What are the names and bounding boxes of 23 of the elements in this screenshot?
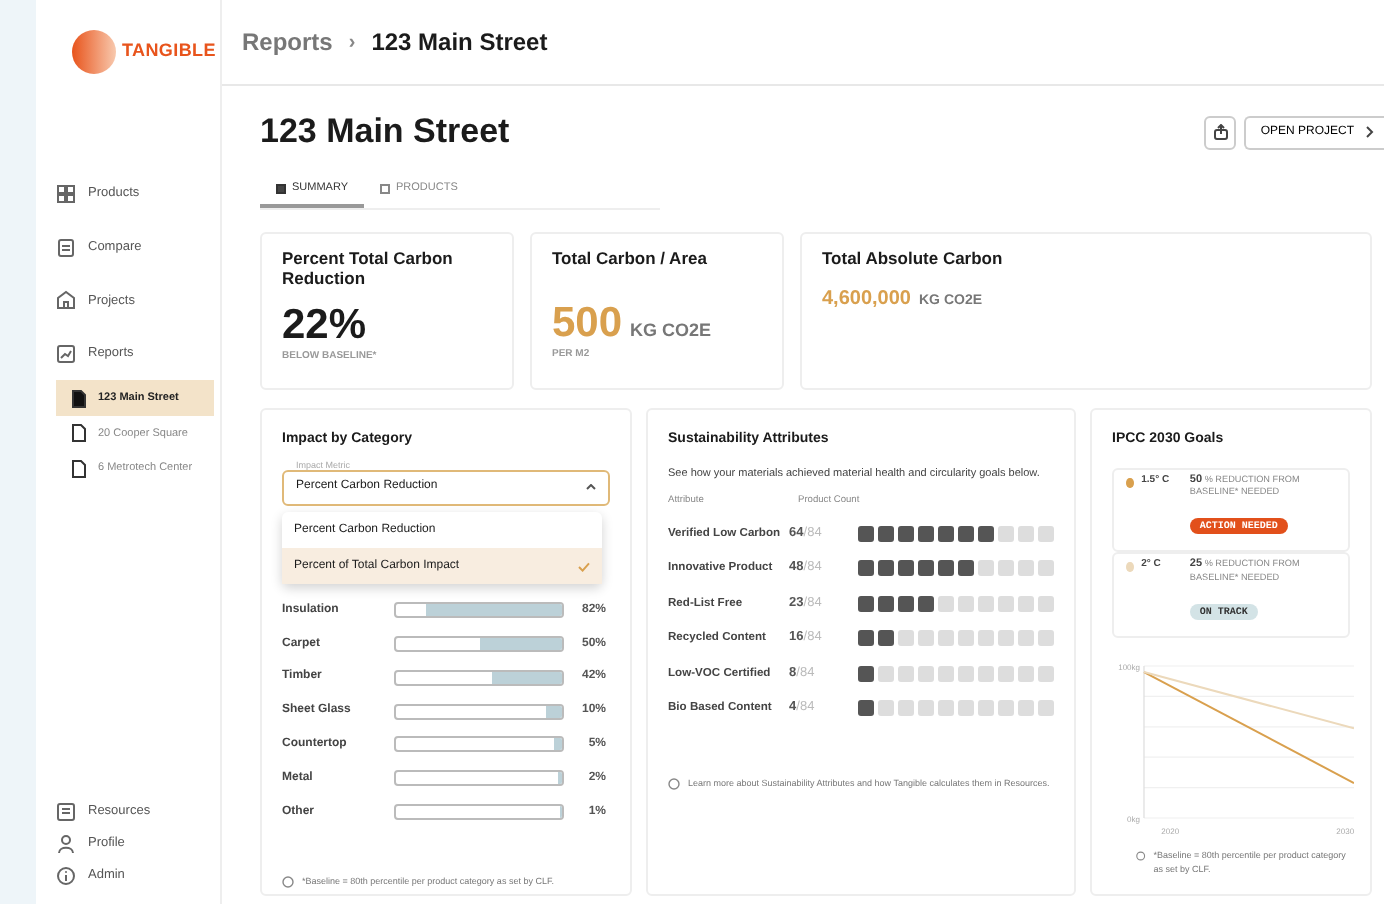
grid-icon xyxy=(56,184,76,205)
document-icon xyxy=(56,237,76,258)
house-icon xyxy=(56,290,76,311)
breadcrumb-current: 123 Main Street xyxy=(371,26,548,60)
breadcrumb-separator: › xyxy=(348,29,356,57)
metric-value: 4,600,000 xyxy=(822,285,911,314)
check-icon xyxy=(578,561,590,572)
metric-value: 22% xyxy=(282,303,369,346)
metric-title: Percent Total Carbon Reduction xyxy=(282,250,455,288)
metric-value: 500 xyxy=(552,301,623,344)
metric-title: Total Carbon / Area xyxy=(552,250,709,270)
share-button[interactable] xyxy=(1204,115,1237,149)
metric-unit: KG CO2E xyxy=(630,317,712,344)
breadcrumb-link[interactable]: Reports xyxy=(242,24,333,60)
logo-text: TANGIBLE xyxy=(122,38,216,65)
logo-mark-icon xyxy=(72,30,116,74)
list-icon xyxy=(56,802,76,822)
chevron-icon xyxy=(1366,126,1374,138)
page-title: 123 Main Street xyxy=(260,110,510,155)
user-icon xyxy=(56,834,76,854)
chart-icon xyxy=(56,344,76,365)
share-icon xyxy=(1213,124,1228,140)
metric-title: Total Absolute Carbon xyxy=(822,250,1005,270)
